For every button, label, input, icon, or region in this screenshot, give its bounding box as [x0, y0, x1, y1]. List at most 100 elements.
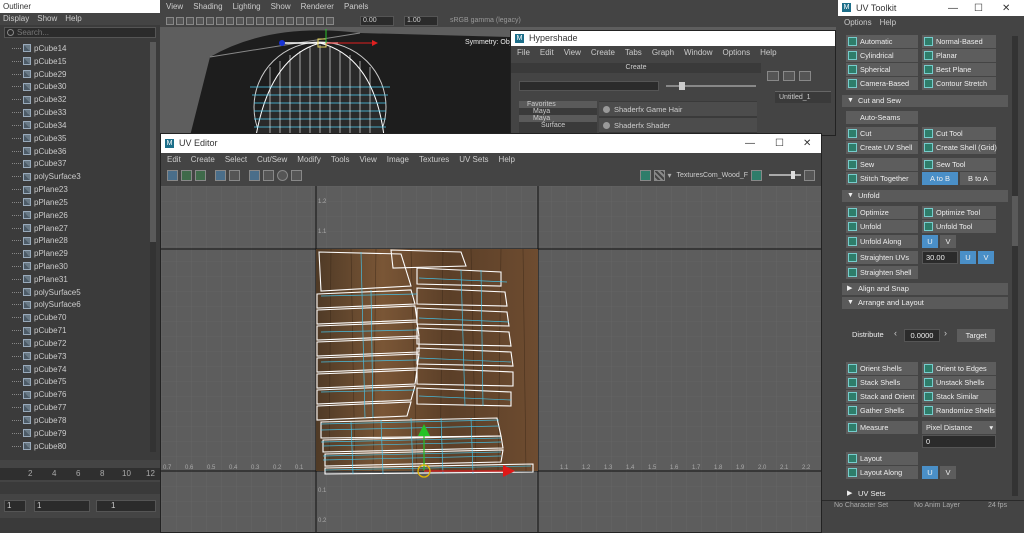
- hs-tab-untitled[interactable]: Untitled_1: [775, 91, 831, 103]
- uv-settings-icon[interactable]: [804, 169, 815, 181]
- section-align-and-snap[interactable]: ▶ Align and Snap: [842, 283, 1008, 295]
- close-icon[interactable]: ✕: [803, 134, 811, 153]
- uv-snapshot-icon[interactable]: [291, 169, 302, 181]
- orient-shells-button[interactable]: Orient Shells: [846, 362, 918, 375]
- field-chart-icon[interactable]: [246, 16, 254, 25]
- tk-menu-help[interactable]: Help: [880, 16, 896, 29]
- optimize-tool-button[interactable]: Optimize Tool: [922, 206, 996, 219]
- measure-button[interactable]: Measure: [846, 421, 918, 434]
- stack-shells-button[interactable]: Stack Shells: [846, 376, 918, 389]
- uv-display-icon[interactable]: [215, 169, 226, 181]
- outliner-item[interactable]: pPlane29: [0, 247, 148, 260]
- xray-icon[interactable]: [316, 16, 324, 25]
- uv-texture-icon[interactable]: [751, 169, 762, 181]
- uv-menu-textures[interactable]: Textures: [419, 153, 449, 167]
- time-range[interactable]: [0, 482, 160, 494]
- straighten-angle-field[interactable]: 30.00: [922, 251, 958, 264]
- hs-menu-view[interactable]: View: [564, 46, 581, 60]
- outliner-menu-display[interactable]: Display: [3, 13, 29, 25]
- uv-menu-image[interactable]: Image: [387, 153, 409, 167]
- gather-shells-button[interactable]: Gather Shells: [846, 404, 918, 417]
- maximize-icon[interactable]: ☐: [775, 134, 784, 153]
- close-icon[interactable]: ✕: [1002, 1, 1010, 17]
- uv-menu-help[interactable]: Help: [499, 153, 515, 167]
- uv-shell2-icon[interactable]: [195, 169, 206, 181]
- unfold-along-v-toggle[interactable]: V: [940, 235, 956, 248]
- gamma-field[interactable]: 1.00: [404, 15, 438, 26]
- best-plane-button[interactable]: Best Plane: [922, 63, 996, 76]
- vp-menu-view[interactable]: View: [166, 0, 183, 14]
- outliner-item[interactable]: pCube14: [0, 42, 148, 55]
- optimize-button[interactable]: Optimize: [846, 206, 918, 219]
- image-plane-icon[interactable]: [196, 16, 204, 25]
- outliner-item[interactable]: pCube79: [0, 427, 148, 440]
- create-uv-shell-button[interactable]: Create UV Shell: [846, 141, 918, 154]
- layout-button[interactable]: Layout: [846, 452, 918, 465]
- range-start-field[interactable]: 1: [34, 500, 90, 512]
- tk-menu-options[interactable]: Options: [844, 16, 872, 29]
- normal-based-button[interactable]: Normal-Based: [922, 35, 996, 48]
- uv-toolkit-titlebar[interactable]: M UV Toolkit — ☐ ✕: [838, 0, 1024, 16]
- outliner-item[interactable]: pCube33: [0, 106, 148, 119]
- outliner-item[interactable]: pCube80: [0, 440, 148, 452]
- outliner-item[interactable]: pPlane30: [0, 260, 148, 273]
- section-cut-and-sew[interactable]: ▼ Cut and Sew: [842, 95, 1008, 107]
- uv-grid2-icon[interactable]: [263, 169, 274, 181]
- contour-stretch-button[interactable]: Contour Stretch: [922, 77, 996, 90]
- scrollbar-thumb[interactable]: [1012, 196, 1018, 246]
- uv-brightness-slider[interactable]: [769, 171, 801, 179]
- outliner-item[interactable]: pCube30: [0, 80, 148, 93]
- manip-blue-handle[interactable]: [279, 40, 285, 46]
- hs-menu-graph[interactable]: Graph: [652, 46, 674, 60]
- hs-zoom-handle[interactable]: [679, 82, 685, 90]
- uv-border-icon[interactable]: [229, 169, 240, 181]
- vp-menu-renderer[interactable]: Renderer: [301, 0, 334, 14]
- unfold-button[interactable]: Unfold: [846, 220, 918, 233]
- minimize-icon[interactable]: —: [745, 134, 755, 153]
- hs-menu-create[interactable]: Create: [591, 46, 615, 60]
- outliner-item[interactable]: pCube78: [0, 414, 148, 427]
- uv-menu-uvsets[interactable]: UV Sets: [459, 153, 488, 167]
- outliner-item[interactable]: polySurface6: [0, 299, 148, 312]
- cut-button[interactable]: Cut: [846, 127, 918, 140]
- colorspace-label[interactable]: sRGB gamma (legacy): [450, 17, 521, 24]
- vp-menu-panels[interactable]: Panels: [344, 0, 368, 14]
- straighten-uvs-button[interactable]: Straighten UVs: [846, 251, 918, 264]
- textured-icon[interactable]: [286, 16, 294, 25]
- measure-value-field[interactable]: 0: [922, 435, 996, 448]
- outliner-item[interactable]: pCube15: [0, 55, 148, 68]
- outliner-scrollbar[interactable]: [150, 42, 156, 452]
- uv-texture-select[interactable]: TexturesCom_Wood_F: [677, 172, 748, 179]
- outliner-item[interactable]: pPlane28: [0, 234, 148, 247]
- exposure-field[interactable]: 0.00: [360, 15, 394, 26]
- uv-menu-cutsew[interactable]: Cut/Sew: [257, 153, 287, 167]
- straighten-u-toggle[interactable]: U: [960, 251, 976, 264]
- straighten-shell-button[interactable]: Straighten Shell: [846, 266, 918, 279]
- create-shell-grid-button[interactable]: Create Shell (Grid): [922, 141, 997, 154]
- hs-shader-item-fx[interactable]: Shaderfx Shader: [599, 118, 757, 132]
- smooth-shade-icon[interactable]: [276, 16, 284, 25]
- outliner-item[interactable]: pCube75: [0, 376, 148, 389]
- outliner-item[interactable]: pCube34: [0, 119, 148, 132]
- camera-icon[interactable]: [166, 16, 174, 25]
- distribute-right-arrow-icon[interactable]: ›: [944, 328, 947, 338]
- camera-attr-icon[interactable]: [176, 16, 184, 25]
- outliner-item[interactable]: pCube29: [0, 68, 148, 81]
- hs-shader-item-hair[interactable]: Shaderfx Game Hair: [599, 102, 757, 116]
- stitch-together-button[interactable]: Stitch Together: [846, 172, 918, 185]
- command-line[interactable]: [0, 518, 160, 533]
- uv-editor-titlebar[interactable]: M UV Editor — ☐ ✕: [161, 134, 821, 153]
- chevron-down-icon[interactable]: ▾: [668, 171, 672, 180]
- outliner-item[interactable]: pPlane27: [0, 222, 148, 235]
- minimize-icon[interactable]: —: [948, 1, 958, 17]
- stack-and-orient-button[interactable]: Stack and Orient: [846, 390, 918, 403]
- outliner-item[interactable]: pCube35: [0, 132, 148, 145]
- layout-along-u-toggle[interactable]: U: [922, 466, 938, 479]
- uv-grid-icon[interactable]: [249, 169, 260, 181]
- uv-menu-edit[interactable]: Edit: [167, 153, 181, 167]
- b-to-a-toggle[interactable]: B to A: [960, 172, 996, 185]
- uv-menu-select[interactable]: Select: [225, 153, 247, 167]
- outliner-item[interactable]: pCube72: [0, 337, 148, 350]
- hs-graph-icon-3[interactable]: [799, 71, 811, 81]
- uv-menu-tools[interactable]: Tools: [331, 153, 350, 167]
